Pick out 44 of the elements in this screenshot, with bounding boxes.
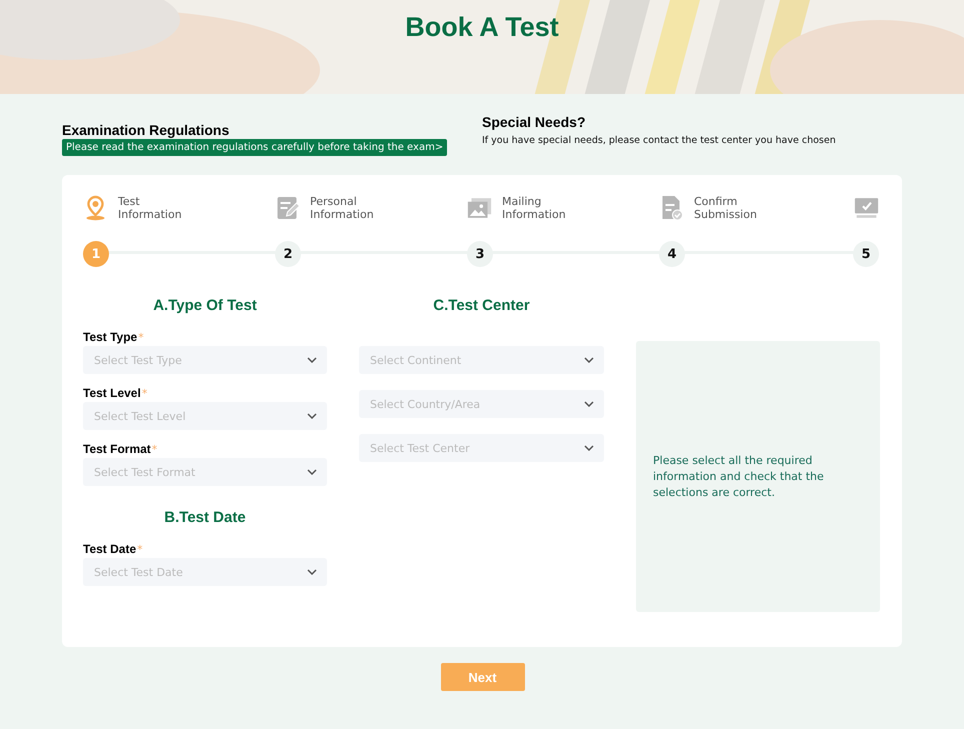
dropdown-field[interactable]: Select Test Level <box>83 402 327 430</box>
monitor-check-icon <box>854 195 878 221</box>
dropdown-field[interactable]: Select Country/Area <box>359 390 604 418</box>
chevron-down-icon <box>584 357 594 363</box>
step-label: Test Information <box>118 195 183 221</box>
step-number: 3 <box>467 241 493 267</box>
field-label: Test Level <box>83 386 141 400</box>
step-label: Mailing Information <box>502 195 567 221</box>
required-mark: * <box>137 543 143 556</box>
chevron-down-icon <box>584 445 594 451</box>
chevron-down-icon <box>584 401 594 407</box>
field-label: Test Date <box>83 542 136 556</box>
required-mark: * <box>138 331 144 344</box>
document-pencil-icon <box>275 195 300 221</box>
step-number: 4 <box>659 241 685 267</box>
required-mark: * <box>142 387 148 400</box>
dropdown-field[interactable]: Select Test Date <box>83 558 327 586</box>
chevron-down-icon <box>307 569 317 575</box>
dropdown-field[interactable]: Select Test Format <box>83 458 327 486</box>
section-title: B.Test Date <box>163 509 247 527</box>
chevron-down-icon <box>307 413 317 419</box>
step-number: 1 <box>83 241 109 267</box>
dropdown-field[interactable]: Select Test Type <box>83 346 327 374</box>
step-label: Confirm Submission <box>694 195 758 221</box>
next-button[interactable]: Next <box>440 663 524 691</box>
dropdown-field[interactable]: Select Continent <box>359 346 604 374</box>
notice-title: Special Needs? <box>482 114 586 130</box>
chevron-down-icon <box>307 469 317 475</box>
page-title: Book A Test <box>404 11 560 44</box>
regulations-link[interactable]: Please read the examination regulations carefully before taking the exam> <box>62 139 448 156</box>
section-title: C.Test Center <box>432 297 531 315</box>
step-number: 2 <box>275 241 301 267</box>
required-mark: * <box>152 443 158 456</box>
notice-title: Examination Regulations <box>62 122 230 138</box>
step-label: Personal Information <box>310 195 375 221</box>
step-number: 5 <box>853 241 879 267</box>
section-title: A.Type Of Test <box>152 297 258 315</box>
chevron-down-icon <box>307 357 317 363</box>
field-label: Test Format <box>83 442 151 456</box>
notice-text: If you have special needs, please contact the test center you have chosen <box>482 135 836 146</box>
summary-text: Please select all the required information and check that the selections are correct. <box>653 452 825 500</box>
image-icon <box>467 195 492 221</box>
field-label: Test Type <box>83 330 138 344</box>
dropdown-field[interactable]: Select Test Center <box>359 434 604 462</box>
